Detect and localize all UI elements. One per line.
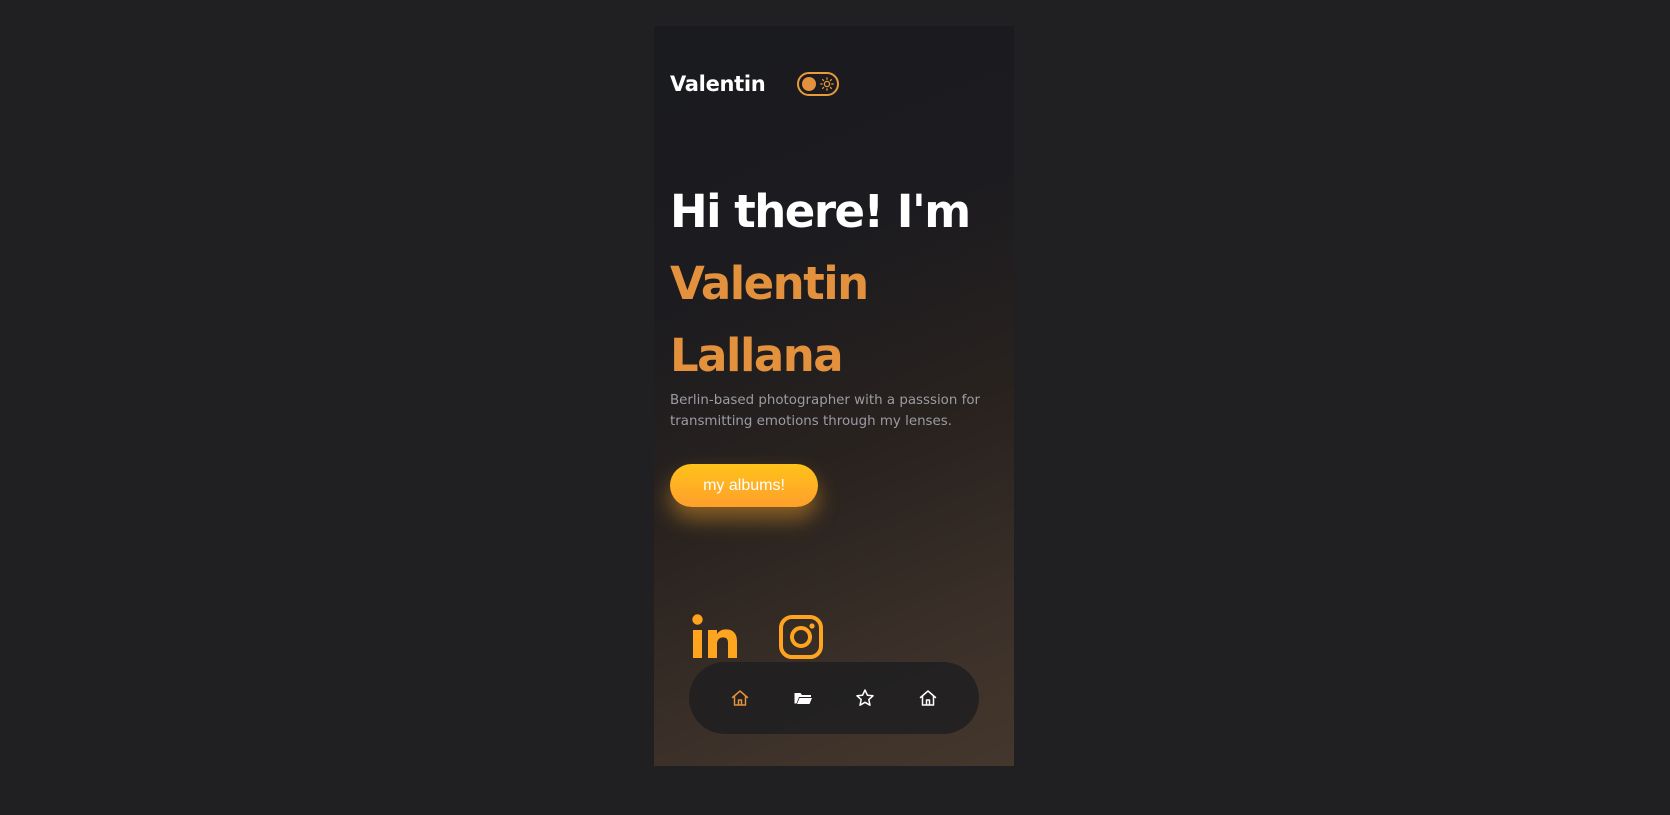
brand-name[interactable]: Valentin	[670, 72, 766, 96]
folder-open-icon	[794, 693, 812, 704]
sun-icon	[820, 77, 835, 91]
instagram-icon[interactable]	[778, 612, 824, 662]
hero-tagline: Berlin-based photographer with a passsio…	[670, 393, 981, 429]
bottom-navigation	[689, 662, 979, 734]
nav-albums[interactable]	[787, 682, 819, 714]
my-albums-button[interactable]: my albums!	[670, 464, 818, 507]
hero-last-name: Lallana	[670, 329, 844, 382]
nav-favorites[interactable]	[849, 682, 881, 714]
linkedin-icon[interactable]	[690, 612, 740, 662]
nav-home-active[interactable]	[724, 682, 756, 714]
nav-home[interactable]	[912, 682, 944, 714]
home-icon	[731, 690, 749, 706]
hero-first-name: Valentin	[670, 257, 869, 310]
hero-greeting: Hi there! I'm	[670, 185, 971, 238]
top-bar: Valentin	[670, 72, 840, 96]
star-icon	[856, 689, 874, 706]
home-icon	[919, 690, 937, 706]
theme-toggle[interactable]	[797, 72, 840, 96]
hero-heading: Hi there! I'm Valentin Lallana	[670, 184, 1010, 392]
toggle-knob	[802, 77, 817, 91]
mobile-viewport: Valentin Hi there! I'm Valentin Lallana …	[654, 26, 1014, 766]
